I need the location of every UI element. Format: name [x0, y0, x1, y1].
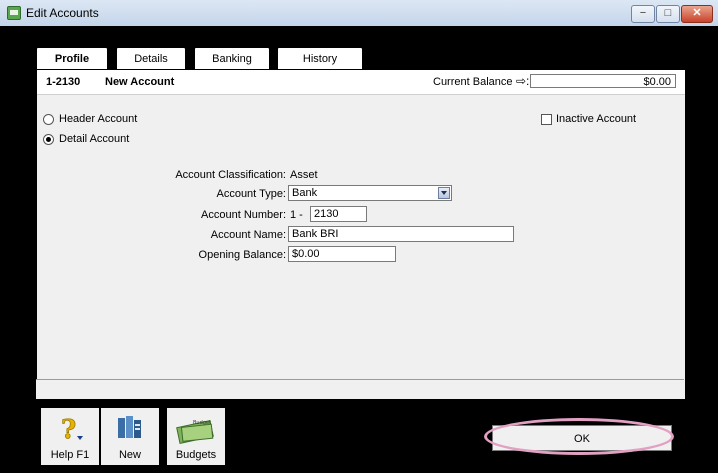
minimize-button[interactable]: − — [631, 5, 655, 23]
tab-banking-label: Banking — [212, 53, 252, 65]
inactive-account-checkbox[interactable] — [541, 114, 552, 125]
account-name-input[interactable]: Bank BRI — [288, 226, 514, 242]
account-type-label: Account Type: — [216, 188, 286, 200]
svg-text:?: ? — [61, 415, 76, 444]
account-number-prefix: 1 - — [290, 209, 303, 221]
tab-history[interactable]: History — [277, 47, 363, 70]
header-account-radio[interactable] — [43, 114, 54, 125]
profile-panel: 1-2130 New Account Current Balance ⇨: $0… — [36, 69, 686, 400]
status-bar — [36, 379, 684, 399]
account-type-select[interactable]: Bank — [288, 185, 452, 201]
classification-value: Asset — [290, 169, 318, 181]
close-button[interactable]: ✕ — [681, 5, 713, 23]
tab-details-label: Details — [134, 53, 168, 65]
budgets-button[interactable]: Budget Budgets — [166, 407, 226, 466]
inactive-account-label: Inactive Account — [556, 113, 637, 125]
new-button-label: New — [118, 449, 141, 461]
help-button-label: Help F1 — [50, 449, 90, 461]
current-balance-value: $0.00 — [530, 74, 676, 88]
tab-banking[interactable]: Banking — [194, 47, 270, 70]
budget-icon-text: Budget — [193, 420, 211, 426]
opening-balance-input[interactable]: $0.00 — [288, 246, 396, 262]
opening-balance-label: Opening Balance: — [198, 249, 286, 261]
account-title: New Account — [105, 76, 175, 88]
arrow-right-icon: ⇨: — [516, 74, 530, 88]
classification-label: Account Classification: — [175, 169, 286, 181]
help-question-icon: ? — [61, 415, 83, 444]
budgets-button-label: Budgets — [175, 449, 217, 461]
title-bar: Edit Accounts − □ ✕ — [0, 0, 718, 27]
tab-history-label: History — [302, 53, 338, 65]
account-code: 1-2130 — [46, 76, 81, 88]
tab-details[interactable]: Details — [116, 47, 186, 70]
tab-profile-label: Profile — [54, 53, 90, 65]
account-name-label: Account Name: — [210, 229, 286, 241]
highlight-ring — [484, 418, 674, 455]
current-balance-label: Current Balance — [433, 76, 513, 88]
budget-money-icon: Budget — [176, 420, 214, 444]
window-title: Edit Accounts — [26, 6, 99, 20]
header-account-label: Header Account — [59, 113, 138, 125]
new-button[interactable]: New — [100, 407, 160, 466]
account-type-value: Bank — [292, 187, 318, 199]
chevron-down-icon[interactable] — [438, 187, 450, 199]
detail-account-radio[interactable] — [43, 134, 54, 145]
detail-account-label: Detail Account — [59, 133, 130, 145]
accounts-icon — [7, 6, 21, 20]
maximize-button[interactable]: □ — [656, 5, 680, 23]
account-number-input[interactable]: 2130 — [310, 206, 367, 222]
account-header: 1-2130 New Account Current Balance ⇨: $0… — [37, 70, 685, 95]
help-button[interactable]: ? Help F1 — [40, 407, 100, 466]
account-number-label: Account Number: — [201, 209, 286, 221]
edit-accounts-window: Edit Accounts − □ ✕ Profile Details Bank… — [0, 0, 718, 473]
new-account-icon — [118, 416, 141, 438]
